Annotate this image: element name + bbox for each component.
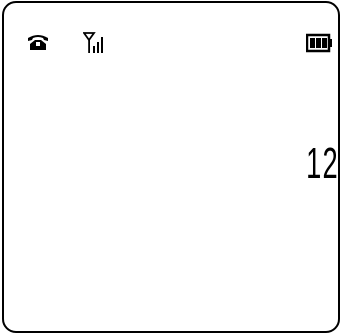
battery-icon (306, 33, 332, 53)
signal-strength-icon (83, 32, 103, 53)
phone-handset-icon (28, 35, 48, 50)
status-bar (4, 3, 338, 43)
phone-screen (2, 1, 340, 333)
display-number: 12 (306, 139, 339, 188)
